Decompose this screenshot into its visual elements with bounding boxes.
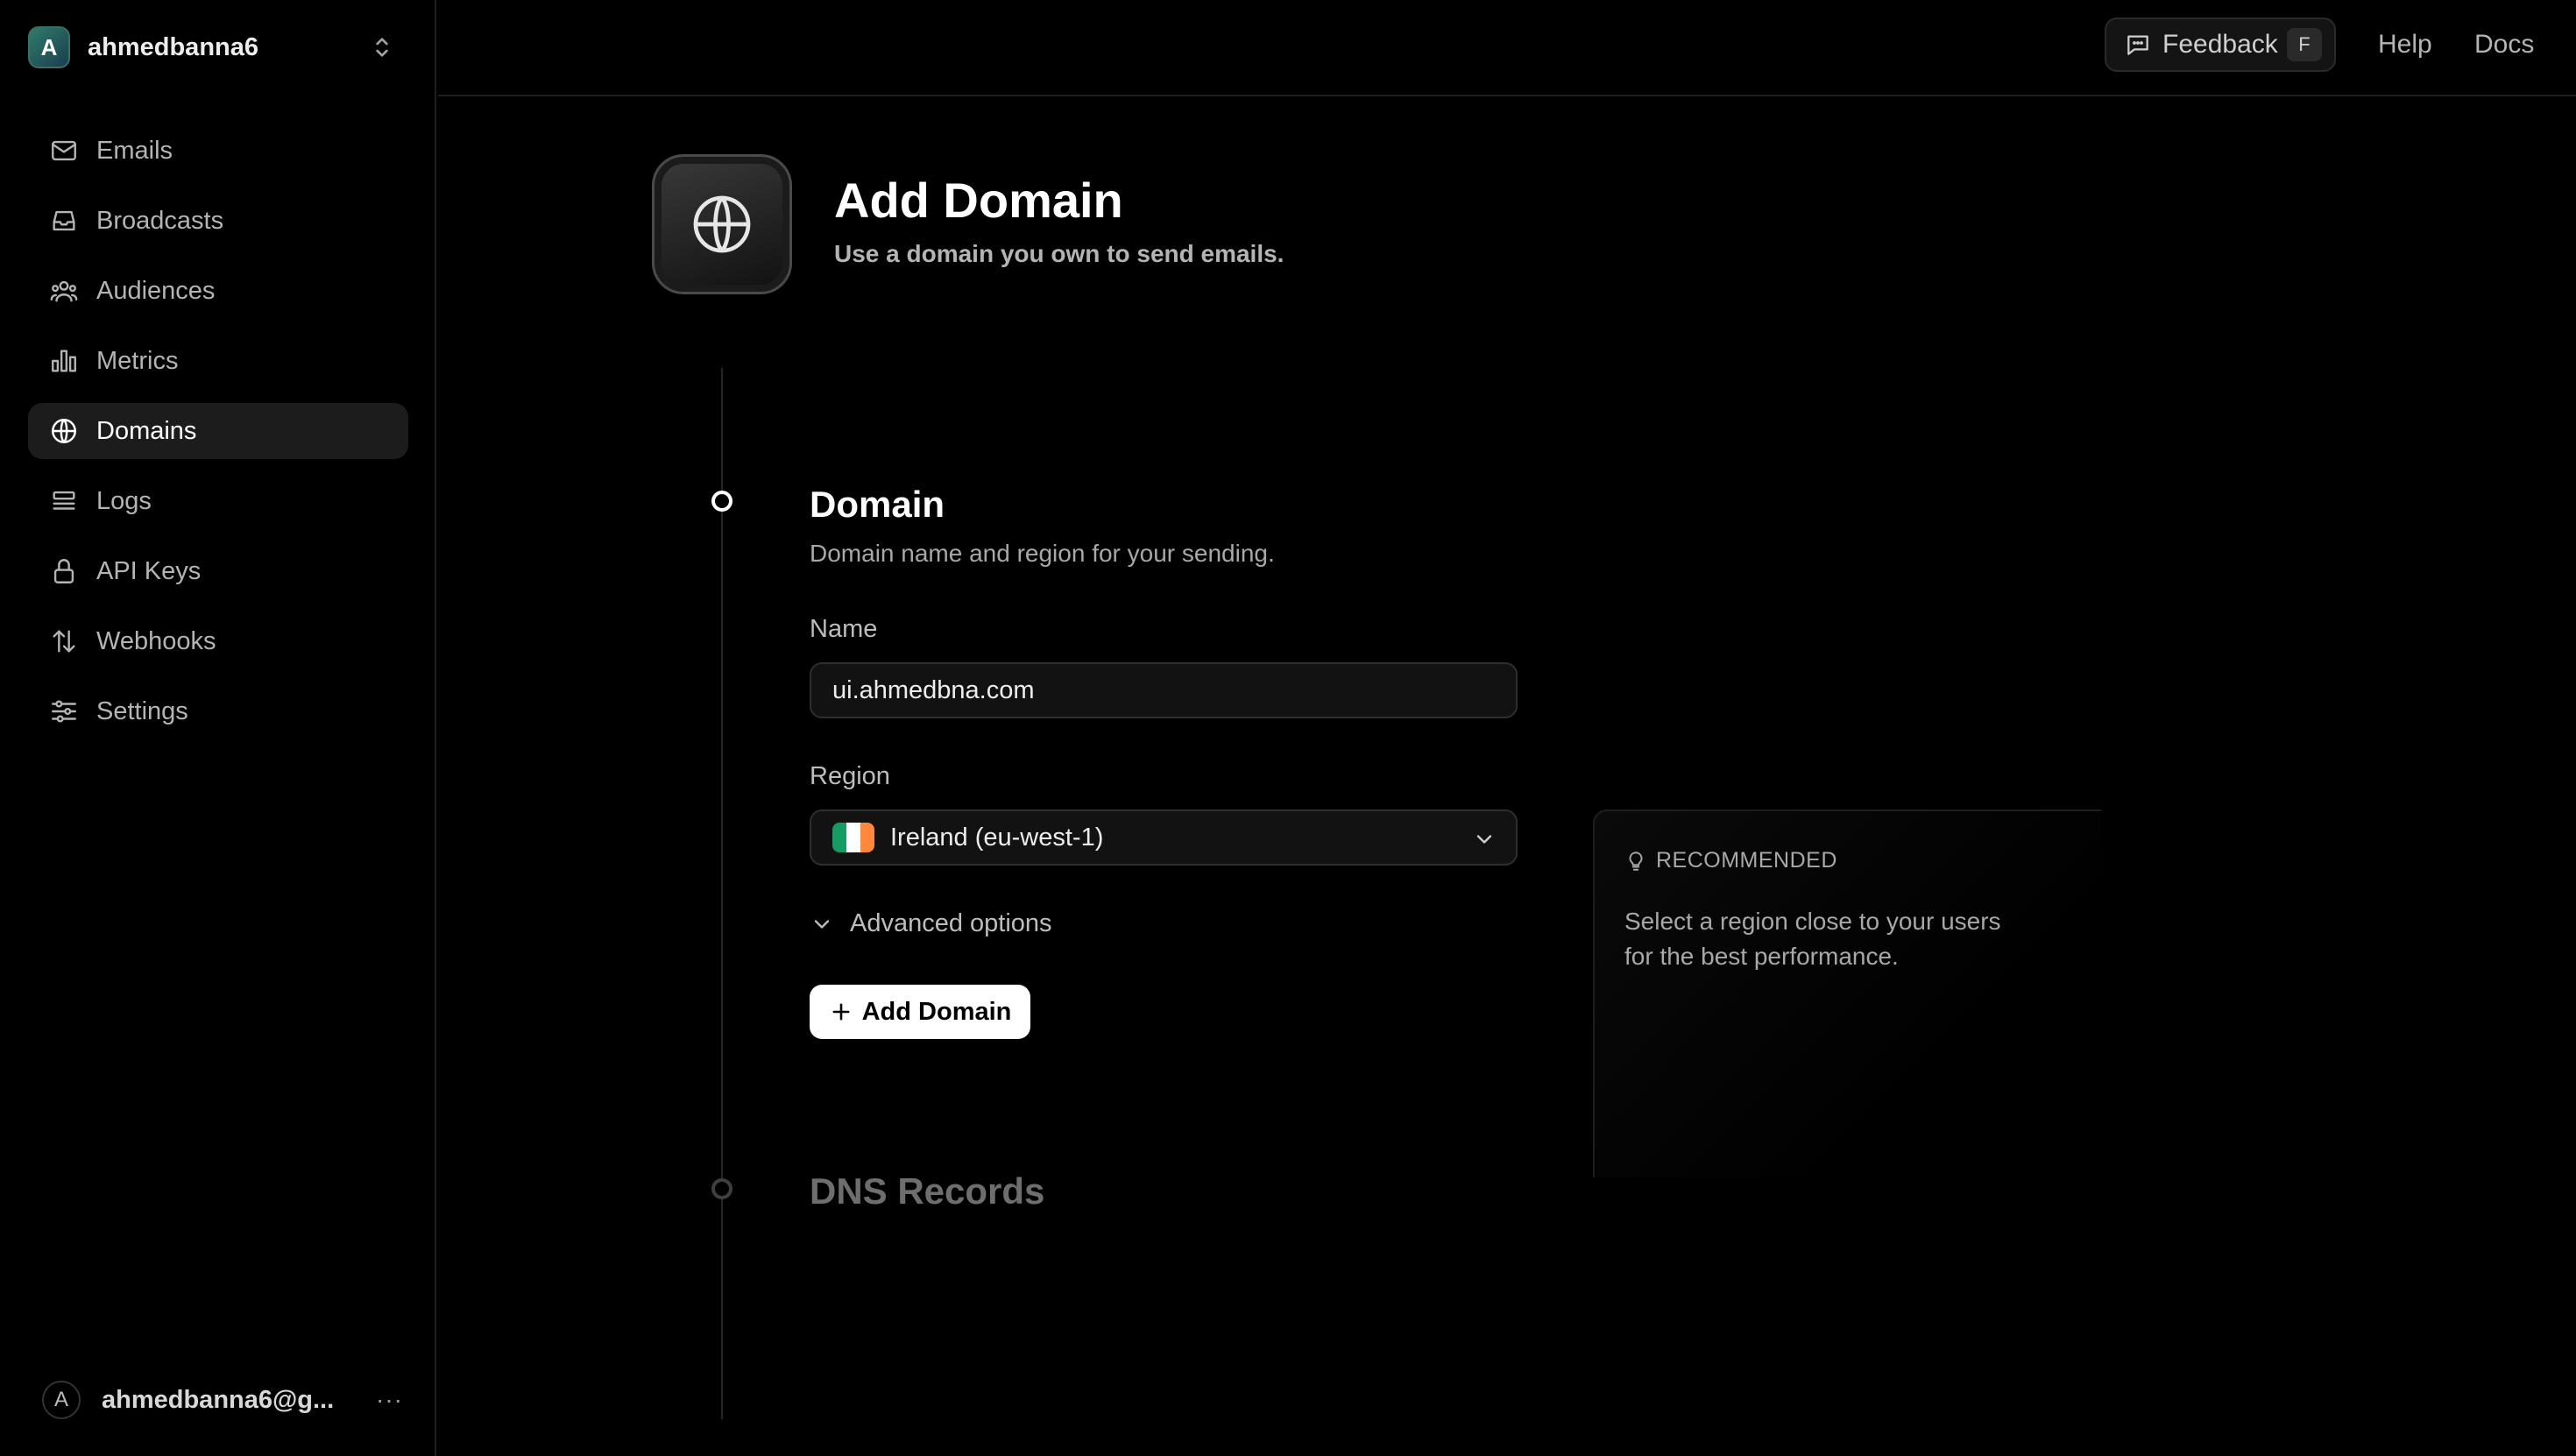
add-domain-button[interactable]: Add Domain [810, 985, 1030, 1039]
keyboard-shortcut: F [2287, 28, 2322, 61]
sidebar-item-api-keys[interactable]: API Keys [28, 543, 408, 599]
chevron-down-icon [1476, 835, 1492, 844]
section-title-dns-records: DNS Records [810, 1170, 1045, 1212]
inbox-icon [53, 210, 75, 231]
sidebar-item-label: Domains [96, 416, 197, 445]
section-title-domain: Domain [810, 484, 945, 525]
user-email: ahmedbanna6@g... [102, 1385, 335, 1414]
sidebar-item-domains[interactable]: Domains [28, 403, 408, 459]
globe-icon [52, 419, 76, 443]
avatar: A [42, 1381, 81, 1419]
sidebar-item-label: API Keys [96, 556, 202, 585]
page-title: Add Domain [834, 173, 1123, 228]
sidebar-item-label: Webhooks [96, 626, 216, 655]
arrows-icon [53, 630, 75, 653]
sidebar-item-broadcasts[interactable]: Broadcasts [28, 193, 408, 249]
step-indicator-active [711, 491, 732, 512]
advanced-options-label: Advanced options [850, 909, 1052, 937]
sidebar-item-logs[interactable]: Logs [28, 473, 408, 529]
more-icon[interactable]: ··· [376, 1386, 403, 1414]
recommendation-heading-text: RECOMMENDED [1656, 848, 1837, 873]
chevron-up-down-icon[interactable] [368, 33, 396, 61]
plus-icon [832, 1003, 850, 1021]
docs-link[interactable]: Docs [2474, 30, 2534, 60]
sidebar: A ahmedbanna6 Emails Broadcasts Audience… [0, 0, 436, 1456]
sidebar-item-webhooks[interactable]: Webhooks [28, 613, 408, 669]
sidebar-item-label: Settings [96, 696, 188, 725]
advanced-options-toggle[interactable]: Advanced options [810, 909, 1052, 938]
step-indicator-pending [711, 1178, 732, 1199]
team-avatar: A [28, 26, 70, 68]
team-name: ahmedbanna6 [88, 32, 258, 61]
sidebar-item-audiences[interactable]: Audiences [28, 263, 408, 319]
sidebar-item-metrics[interactable]: Metrics [28, 333, 408, 389]
users-icon [50, 280, 78, 302]
sidebar-item-label: Metrics [96, 346, 179, 375]
bar-chart-icon [52, 350, 76, 372]
region-value: Ireland (eu-west-1) [890, 823, 1104, 852]
add-domain-label: Add Domain [861, 997, 1012, 1026]
sidebar-item-label: Logs [96, 486, 152, 515]
domain-name-input[interactable]: ui.ahmedbna.com [810, 662, 1518, 718]
region-label: Region [810, 762, 890, 790]
domain-name-value: ui.ahmedbna.com [832, 675, 1035, 704]
recommendation-text: Select a region close to your users for … [1624, 908, 2001, 970]
user-menu[interactable]: A ahmedbanna6@g... ··· [42, 1375, 410, 1424]
sidebar-item-label: Emails [96, 136, 173, 165]
sidebar-item-settings[interactable]: Settings [28, 683, 408, 739]
sidebar-item-emails[interactable]: Emails [28, 123, 408, 179]
recommendation-card: RECOMMENDED Select a region close to you… [1593, 809, 2101, 1177]
help-link[interactable]: Help [2378, 30, 2432, 60]
feedback-button[interactable]: Feedback F [2105, 18, 2336, 72]
sliders-icon [52, 700, 76, 723]
lightbulb-icon [1629, 851, 1643, 871]
logs-icon [53, 491, 75, 510]
top-bar: Feedback F Help Docs [438, 0, 2576, 96]
mail-icon [52, 140, 76, 161]
lock-icon [53, 559, 74, 583]
sidebar-item-label: Broadcasts [96, 206, 224, 235]
team-switcher[interactable]: A ahmedbanna6 [28, 25, 405, 70]
chevron-down-icon [814, 919, 830, 929]
sidebar-item-label: Audiences [96, 276, 216, 305]
region-select[interactable]: Ireland (eu-west-1) [810, 809, 1518, 866]
step-timeline [721, 368, 723, 1419]
recommendation-heading: RECOMMENDED [1624, 848, 1837, 873]
feedback-label: Feedback [2162, 30, 2278, 59]
globe-app-icon [652, 154, 792, 294]
sidebar-nav: Emails Broadcasts Audiences Metrics Doma… [28, 123, 408, 753]
name-label: Name [810, 615, 878, 643]
message-icon [2127, 35, 2148, 55]
section-description: Domain name and region for your sending. [810, 540, 1275, 567]
ireland-flag-icon [832, 823, 874, 852]
page-subtitle: Use a domain you own to send emails. [834, 240, 1284, 267]
